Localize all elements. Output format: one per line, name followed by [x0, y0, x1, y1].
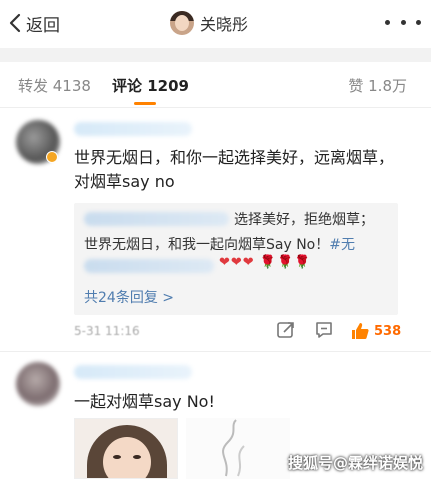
like-button[interactable]: 538	[350, 320, 412, 342]
tab-like[interactable]: 赞 1.8万	[348, 75, 407, 96]
chevron-left-icon	[9, 13, 21, 33]
comment-photo[interactable]	[74, 418, 178, 479]
comment-icon[interactable]	[314, 320, 334, 342]
comment-text: 一起对烟草say No!	[74, 392, 215, 411]
tab-bar: 转发 4138 评论 1209 赞 1.8万	[0, 62, 431, 108]
view-replies-link[interactable]: 共24条回复 >	[84, 287, 174, 307]
back-label: 返回	[26, 15, 60, 36]
comment-divider	[0, 351, 431, 352]
share-icon[interactable]	[276, 320, 296, 342]
emoji-row: ❤❤❤ 🌹🌹🌹	[219, 255, 311, 270]
author-name: 关晓彤	[200, 15, 249, 34]
nav-bar: 返回 关晓彤	[0, 0, 431, 48]
author-avatar	[170, 11, 194, 35]
tab-comment[interactable]: 评论 1209	[112, 75, 189, 96]
comment-time: 5-31 11:16	[74, 324, 140, 338]
username-blurred[interactable]	[74, 365, 192, 379]
rose-emoji: 🌹🌹🌹	[259, 255, 312, 270]
reply-text-line1: 选择美好，拒绝烟草；	[234, 212, 374, 228]
active-tab-indicator	[134, 102, 156, 105]
comment-text: 世界无烟日，和你一起选择美好，远离烟草，对烟草say no	[74, 148, 395, 191]
avatar[interactable]	[16, 362, 60, 406]
verified-badge-icon	[46, 151, 58, 163]
heart-emoji: ❤❤❤	[219, 255, 255, 270]
reply-text-blurred	[84, 259, 214, 273]
hashtag-link[interactable]: #无	[329, 237, 355, 253]
reply-text-line2: 世界无烟日，和我一起向烟草Say No！#无	[84, 234, 355, 254]
like-count: 538	[374, 323, 402, 339]
comment-photo[interactable]	[186, 418, 290, 479]
more-icon[interactable]	[385, 12, 421, 32]
separator-band	[0, 48, 431, 62]
tab-repost[interactable]: 转发 4138	[18, 75, 91, 96]
back-button[interactable]: 返回	[6, 8, 60, 38]
reply-username-blurred	[84, 212, 229, 226]
thumbs-up-icon	[352, 323, 369, 339]
reply-box[interactable]: 选择美好，拒绝烟草； 世界无烟日，和我一起向烟草Say No！#无 ❤❤❤ 🌹🌹…	[74, 203, 398, 315]
username-blurred[interactable]	[74, 122, 192, 136]
watermark: 搜狐号@霖绊诺娱悦	[287, 454, 423, 472]
author-title[interactable]: 关晓彤	[170, 8, 248, 38]
reply-text-line2-prefix: 世界无烟日，和我一起向烟草Say No！	[84, 237, 330, 253]
